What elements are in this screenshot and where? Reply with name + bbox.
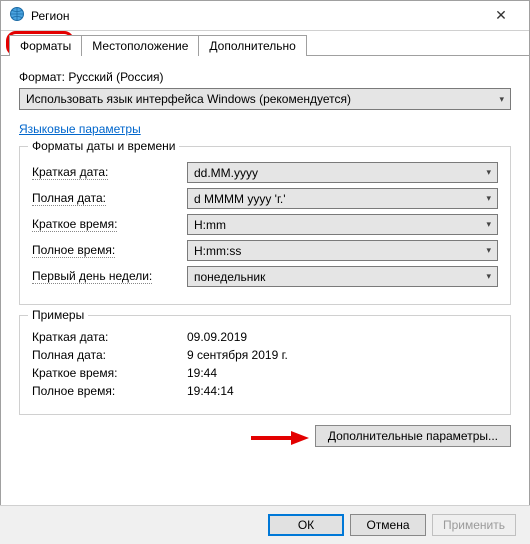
first-day-value: понедельник — [194, 270, 265, 284]
ex-short-date-label: Краткая дата: — [32, 330, 187, 344]
short-date-label: Краткая дата: — [32, 165, 108, 180]
ok-button[interactable]: ОК — [268, 514, 344, 536]
tab-formats-label: Форматы — [20, 39, 71, 53]
ex-long-date-label: Полная дата: — [32, 348, 187, 362]
first-day-label: Первый день недели: — [32, 269, 152, 284]
ex-short-time-label: Краткое время: — [32, 366, 187, 380]
short-time-label: Краткое время: — [32, 217, 117, 232]
tab-location[interactable]: Местоположение — [81, 35, 199, 56]
chevron-down-icon: ▾ — [486, 219, 491, 230]
ex-short-time-value: 19:44 — [187, 366, 217, 380]
long-date-combo[interactable]: d MMMM yyyy 'г.' ▾ — [187, 188, 498, 209]
ex-long-time-value: 19:44:14 — [187, 384, 234, 398]
chevron-down-icon: ▾ — [486, 167, 491, 178]
advanced-settings-button[interactable]: Дополнительные параметры... — [315, 425, 511, 447]
ex-long-date-value: 9 сентября 2019 г. — [187, 348, 288, 362]
ok-label: ОК — [298, 518, 314, 532]
apply-label: Применить — [443, 518, 505, 532]
long-time-combo[interactable]: H:mm:ss ▾ — [187, 240, 498, 261]
tab-strip: Форматы Местоположение Дополнительно — [1, 31, 529, 56]
examples-group: Примеры Краткая дата:09.09.2019 Полная д… — [19, 315, 511, 415]
chevron-down-icon: ▾ — [486, 245, 491, 256]
format-current: Русский (Россия) — [68, 70, 163, 84]
tab-location-label: Местоположение — [92, 39, 188, 53]
long-time-label: Полное время: — [32, 243, 115, 258]
long-date-label: Полная дата: — [32, 191, 106, 206]
short-time-combo[interactable]: H:mm ▾ — [187, 214, 498, 235]
language-settings-link[interactable]: Языковые параметры — [19, 122, 141, 136]
datetime-formats-group: Форматы даты и времени Краткая дата: dd.… — [19, 146, 511, 305]
language-settings-label: Языковые параметры — [19, 122, 141, 136]
chevron-down-icon: ▾ — [499, 94, 504, 105]
globe-icon — [9, 6, 25, 25]
long-date-value: d MMMM yyyy 'г.' — [194, 192, 286, 206]
chevron-down-icon: ▾ — [486, 193, 491, 204]
format-label: Формат: Русский (Россия) — [19, 70, 511, 84]
titlebar: Регион ✕ — [1, 1, 529, 31]
window-title: Регион — [31, 9, 70, 23]
short-date-value: dd.MM.yyyy — [194, 166, 258, 180]
short-time-value: H:mm — [194, 218, 226, 232]
tab-formats[interactable]: Форматы — [9, 35, 82, 56]
tab-content: Формат: Русский (Россия) Использовать яз… — [1, 56, 529, 457]
tab-additional[interactable]: Дополнительно — [198, 35, 306, 56]
arrow-annotation-icon — [249, 429, 309, 450]
ex-short-date-value: 09.09.2019 — [187, 330, 247, 344]
close-button[interactable]: ✕ — [481, 7, 521, 24]
format-dropdown-value: Использовать язык интерфейса Windows (ре… — [26, 92, 351, 106]
short-date-combo[interactable]: dd.MM.yyyy ▾ — [187, 162, 498, 183]
first-day-combo[interactable]: понедельник ▾ — [187, 266, 498, 287]
cancel-button[interactable]: Отмена — [350, 514, 426, 536]
apply-button[interactable]: Применить — [432, 514, 516, 536]
long-time-value: H:mm:ss — [194, 244, 241, 258]
dialog-footer: ОК Отмена Применить — [0, 505, 530, 544]
tab-additional-label: Дополнительно — [209, 39, 295, 53]
chevron-down-icon: ▾ — [486, 271, 491, 282]
ex-long-time-label: Полное время: — [32, 384, 187, 398]
format-label-text: Формат: — [19, 70, 65, 84]
examples-title: Примеры — [28, 308, 88, 322]
format-dropdown[interactable]: Использовать язык интерфейса Windows (ре… — [19, 88, 511, 110]
cancel-label: Отмена — [366, 518, 409, 532]
advanced-settings-label: Дополнительные параметры... — [328, 429, 498, 443]
datetime-formats-title: Форматы даты и времени — [28, 139, 179, 153]
